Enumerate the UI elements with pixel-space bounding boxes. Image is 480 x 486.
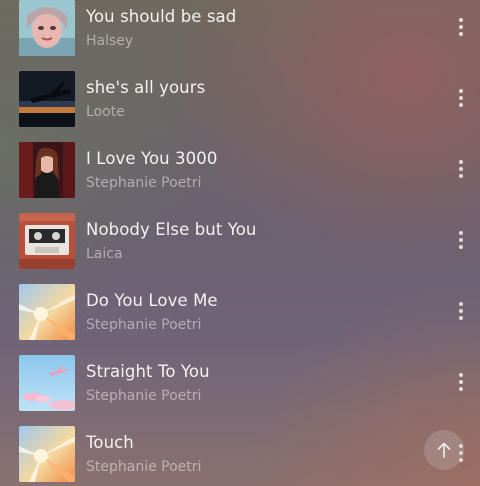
track-title: Nobody Else but You	[86, 220, 257, 239]
album-art-cassette-icon	[19, 213, 75, 269]
album-art-sunburst-icon	[19, 284, 75, 340]
album-art-airplane-icon	[19, 71, 75, 127]
album-art-sunburst-icon	[19, 426, 75, 482]
track-artist: Stephanie Poetri	[86, 459, 202, 475]
more-vertical-icon[interactable]	[452, 16, 470, 38]
more-vertical-icon[interactable]	[452, 371, 470, 393]
track-artist: Stephanie Poetri	[86, 317, 202, 333]
album-art-portrait-icon	[19, 142, 75, 198]
track-title: You should be sad	[86, 7, 237, 26]
track-row[interactable]: I Love You 3000 Stephanie Poetri	[0, 142, 480, 200]
track-row[interactable]: Nobody Else but You Laica	[0, 213, 480, 271]
track-row[interactable]: Straight To You Stephanie Poetri	[0, 355, 480, 413]
more-vertical-icon[interactable]	[452, 158, 470, 180]
track-title: Touch	[86, 433, 134, 452]
track-title: I Love You 3000	[86, 149, 218, 168]
album-art-portrait-icon	[19, 0, 75, 56]
track-artist: Stephanie Poetri	[86, 175, 202, 191]
track-row[interactable]: Do You Love Me Stephanie Poetri	[0, 284, 480, 342]
track-artist: Loote	[86, 104, 125, 120]
track-row[interactable]: Touch Stephanie Poetri	[0, 426, 480, 484]
track-row[interactable]: she's all yours Loote	[0, 71, 480, 129]
track-title: she's all yours	[86, 78, 206, 97]
more-vertical-icon[interactable]	[452, 300, 470, 322]
track-title: Straight To You	[86, 362, 210, 381]
more-vertical-icon[interactable]	[452, 87, 470, 109]
track-title: Do You Love Me	[86, 291, 218, 310]
scroll-to-top-button[interactable]	[424, 430, 464, 470]
track-row[interactable]: You should be sad Halsey	[0, 0, 480, 58]
album-art-sky-plane-icon	[19, 355, 75, 411]
track-artist: Stephanie Poetri	[86, 388, 202, 404]
more-vertical-icon[interactable]	[452, 229, 470, 251]
track-artist: Halsey	[86, 33, 134, 49]
track-list: You should be sad Halsey she's all yours…	[0, 0, 480, 486]
track-artist: Laica	[86, 246, 123, 262]
